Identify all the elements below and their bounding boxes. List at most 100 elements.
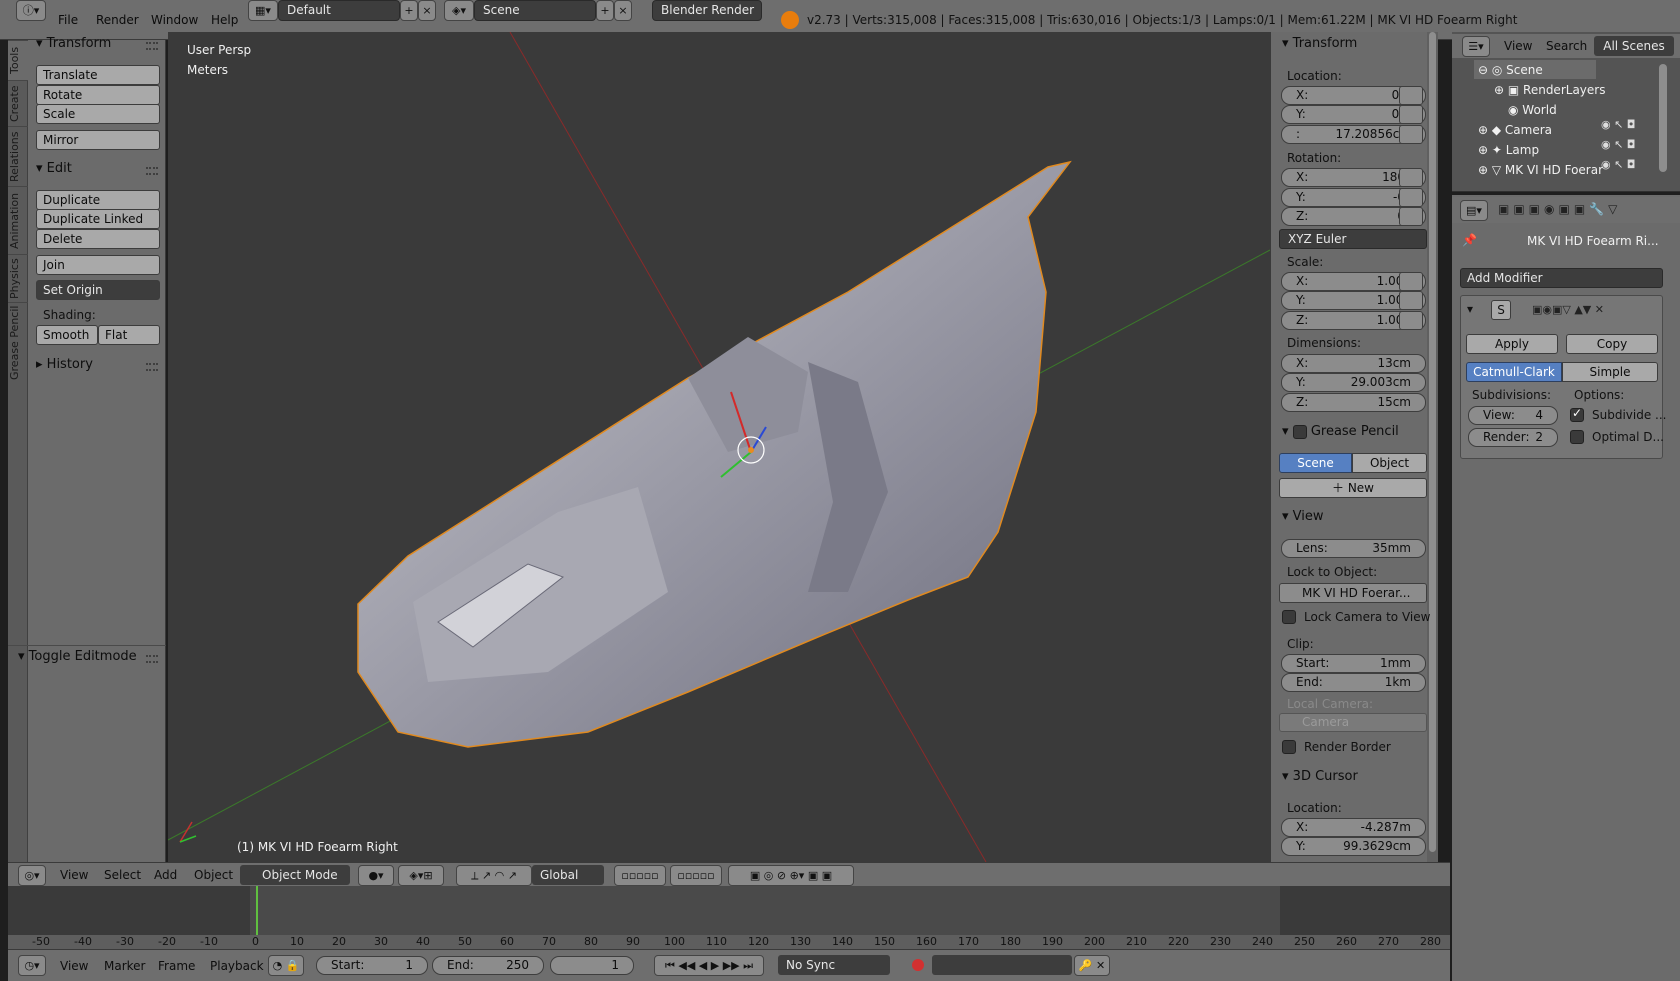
pin-icon[interactable]: 📌 [1462,233,1477,247]
lock-icon[interactable] [1399,311,1423,330]
outliner-editor-icon[interactable]: ☰▾ [1462,36,1490,57]
start-frame-field[interactable]: Start: 1 [316,956,428,975]
menu-window[interactable]: Window [151,10,198,30]
catmull-clark-tab[interactable]: Catmull-Clark [1466,362,1562,382]
subdiv-view-field[interactable]: View: 4 [1468,406,1558,425]
tl-view-menu[interactable]: View [60,959,88,973]
local-camera-field[interactable]: Camera [1279,713,1427,732]
simple-tab[interactable]: Simple [1562,362,1658,382]
manipulator-icons[interactable]: ⟂ ↗ ◠ ↗ [456,865,532,886]
tab-grease-pencil[interactable]: Grease Pencil [8,302,28,382]
info-editor-icon[interactable]: ⓘ▾ [16,0,46,21]
keying-set-field[interactable] [932,955,1072,975]
grip-icon[interactable] [146,655,158,663]
lock-icon[interactable] [1399,272,1423,291]
lock-icon[interactable] [1399,86,1423,105]
rotate-button[interactable]: Rotate [36,85,160,105]
record-icon[interactable] [912,959,924,971]
lock-icon[interactable] [1399,291,1423,310]
mirror-button[interactable]: Mirror [36,130,160,150]
outliner-scrollbar[interactable] [1659,64,1667,172]
add-modifier-select[interactable]: Add Modifier [1460,268,1663,288]
preview-range-icon[interactable]: ◔ 🔒 [268,955,304,976]
grip-icon[interactable] [146,167,158,175]
tab-create[interactable]: Create [8,80,28,126]
orientation-select[interactable]: Global [532,865,604,885]
scene-icon[interactable]: ◈▾ [444,0,474,21]
n-transform-header[interactable]: ▾ Transform [1282,34,1357,54]
copy-button[interactable]: Copy [1566,334,1658,354]
menu-file[interactable]: File [58,10,78,30]
render-border-checkbox[interactable] [1282,740,1296,754]
toggle-editmode-header[interactable]: ▾ Toggle Editmode [18,647,137,667]
modifier-name-field[interactable]: S [1491,300,1511,320]
outliner-row-object[interactable]: ⊕ ▽ MK VI HD Foerar [1478,160,1603,180]
outliner-row-world[interactable]: ◉ World [1508,100,1557,120]
transform-panel-header[interactable]: ▾ Transform [36,34,111,54]
vp-view-menu[interactable]: View [60,868,88,882]
layout-field[interactable]: Default [278,0,400,21]
screen-layout-icon[interactable]: ▦▾ [248,0,278,21]
cursor-y-field[interactable]: Y: 99.3629cm [1281,837,1426,856]
add-scene-icon[interactable]: + [596,0,614,21]
edit-panel-header[interactable]: ▾ Edit [36,159,72,179]
lens-field[interactable]: Lens: 35mm [1281,539,1426,558]
properties-editor-icon[interactable]: ▤▾ [1460,200,1488,221]
join-button[interactable]: Join [36,255,160,275]
vp-select-menu[interactable]: Select [104,868,141,882]
3d-cursor-header[interactable]: ▾ 3D Cursor [1282,767,1358,787]
tl-marker-menu[interactable]: Marker [104,959,145,973]
collapse-modifier-icon[interactable]: ▾ [1467,302,1473,316]
lock-icon[interactable] [1399,168,1423,187]
end-frame-field[interactable]: End: 250 [432,956,544,975]
dimension-z-field[interactable]: Z: 15cm [1281,393,1426,412]
outliner-row-lamp[interactable]: ⊕ ✦ Lamp [1478,140,1539,160]
menu-help[interactable]: Help [211,10,238,30]
lock-icon[interactable] [1399,105,1423,124]
lock-object-field[interactable]: MK VI HD Foerar... [1279,583,1427,603]
grip-icon[interactable] [146,42,158,50]
translate-button[interactable]: Translate [36,65,160,85]
playback-controls[interactable]: ⏮ ◀◀ ◀ ▶ ▶▶ ⏭ [654,955,764,976]
lock-camera-checkbox[interactable] [1282,610,1296,624]
scale-button[interactable]: Scale [36,104,160,124]
render-engine-select[interactable]: Blender Render [652,0,762,21]
smooth-button[interactable]: Smooth [36,325,98,345]
cursor-x-field[interactable]: X: -4.287m [1281,818,1426,837]
timeline[interactable]: -50 -40 -30 -20 -10 0 10 20 30 40 50 60 … [8,886,1450,949]
apply-button[interactable]: Apply [1466,334,1558,354]
history-panel-header[interactable]: ▸ History [36,355,93,375]
delete-button[interactable]: Delete [36,229,160,249]
layer-buttons-b[interactable]: ▫▫▫▫▫ [670,865,722,886]
keyframe-icons[interactable]: 🔑 ✕ [1074,955,1110,976]
remove-scene-icon[interactable]: × [614,0,632,21]
tab-animation[interactable]: Animation [8,186,28,254]
mode-select[interactable]: Object Mode [240,865,350,885]
add-layout-icon[interactable]: + [400,0,418,21]
pivot-icon[interactable]: ◈▾⊞ [398,865,444,886]
outliner-view-menu[interactable]: View [1504,39,1532,53]
modifier-display-icons[interactable]: ▣◉▣▽ ▲▼ ✕ [1532,303,1604,316]
snap-tools-icons[interactable]: ▣ ◎ ⊘ ⊕▾ ▣ ▣ [728,865,854,886]
sync-select[interactable]: No Sync [778,955,890,975]
rotation-mode-select[interactable]: XYZ Euler [1279,229,1427,249]
tl-playback-menu[interactable]: Playback [210,959,264,973]
view-panel-header[interactable]: ▾ View [1282,507,1324,527]
clip-end-field[interactable]: End: 1km [1281,673,1426,692]
viewport-shading-icon[interactable]: ●▾ [358,865,394,886]
flat-button[interactable]: Flat [98,325,160,345]
menu-render[interactable]: Render [96,10,139,30]
outliner-row-renderlayers[interactable]: ⊕ ▣ RenderLayers [1494,80,1605,100]
gp-new-button[interactable]: ＋ New [1279,478,1427,498]
lock-icon[interactable] [1399,188,1423,207]
grease-pencil-header[interactable]: ▾ Grease Pencil [1282,422,1399,442]
outliner-display-select[interactable]: All Scenes [1594,36,1674,56]
vp-add-menu[interactable]: Add [154,868,177,882]
set-origin-select[interactable]: Set Origin [36,280,160,300]
gp-scene-tab[interactable]: Scene [1279,453,1352,473]
properties-context-tabs[interactable]: ▣▣▣◉▣▣🔧▽ [1498,202,1621,216]
layer-buttons-a[interactable]: ▫▫▫▫▫ [614,865,666,886]
current-frame-line[interactable] [256,886,258,936]
subdiv-render-field[interactable]: Render: 2 [1468,428,1558,447]
tab-relations[interactable]: Relations [8,126,28,186]
